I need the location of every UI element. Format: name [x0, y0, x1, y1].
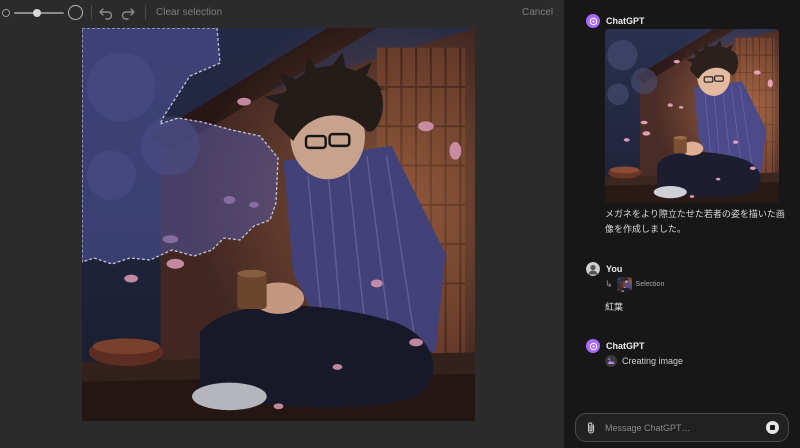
- image-editor: Clear selection Cancel: [0, 0, 564, 448]
- chat-panel: ChatGPT メガネをより際立たせた若者の姿を描いた画像を作成しました。 Yo…: [564, 0, 800, 448]
- image-generation-glyph: [607, 358, 615, 364]
- brush-size-max-icon: [68, 5, 83, 20]
- creating-image-status: Creating image: [605, 355, 683, 367]
- paperclip-icon[interactable]: [585, 421, 597, 435]
- selection-label: Selection: [635, 281, 665, 288]
- undo-icon[interactable]: [98, 4, 114, 20]
- toolbar-divider: [91, 5, 92, 20]
- generated-image-thumbnail[interactable]: [605, 29, 779, 203]
- openai-logo-icon: [589, 342, 597, 350]
- stop-icon: [770, 425, 775, 430]
- generated-image: [82, 28, 475, 421]
- message-input[interactable]: [605, 421, 755, 435]
- selection-reference[interactable]: ↳ Selection: [605, 277, 664, 292]
- chatgpt-avatar: [586, 14, 600, 28]
- assistant-message-text: メガネをより際立たせた若者の姿を描いた画像を作成しました。: [605, 209, 785, 234]
- status-text: Creating image: [622, 356, 684, 366]
- user-message-text: 紅葉: [605, 302, 624, 312]
- sender-name: ChatGPT: [606, 341, 645, 351]
- selection-thumbnail: [616, 277, 632, 292]
- image-generation-icon: [605, 355, 617, 367]
- sender-name: You: [606, 264, 623, 274]
- message-composer: [575, 413, 789, 442]
- toolbar-divider: [145, 5, 146, 20]
- redo-icon[interactable]: [120, 4, 136, 20]
- user-avatar-icon: [586, 262, 600, 276]
- message-header: ChatGPT: [586, 14, 645, 28]
- clear-selection-button[interactable]: Clear selection: [156, 7, 222, 18]
- message-header: ChatGPT: [586, 339, 645, 353]
- editor-toolbar: Clear selection Cancel: [0, 0, 564, 26]
- selection-thumbnail-image: [616, 277, 632, 292]
- sender-name: ChatGPT: [606, 16, 645, 26]
- brush-size-slider-thumb[interactable]: [32, 9, 41, 17]
- thumbnail-image: [605, 29, 779, 203]
- stop-generating-button[interactable]: [766, 421, 779, 434]
- brush-size-min-icon: [2, 9, 10, 17]
- openai-logo-icon: [589, 17, 597, 25]
- app-root: Clear selection Cancel ChatGPT メガネをより際立た…: [0, 0, 800, 448]
- cancel-button[interactable]: Cancel: [522, 7, 553, 18]
- user-avatar: [586, 262, 600, 276]
- message-header: You: [586, 262, 622, 276]
- chatgpt-avatar: [586, 339, 600, 353]
- reply-arrow-icon: ↳: [605, 279, 613, 289]
- edit-canvas[interactable]: [82, 28, 475, 421]
